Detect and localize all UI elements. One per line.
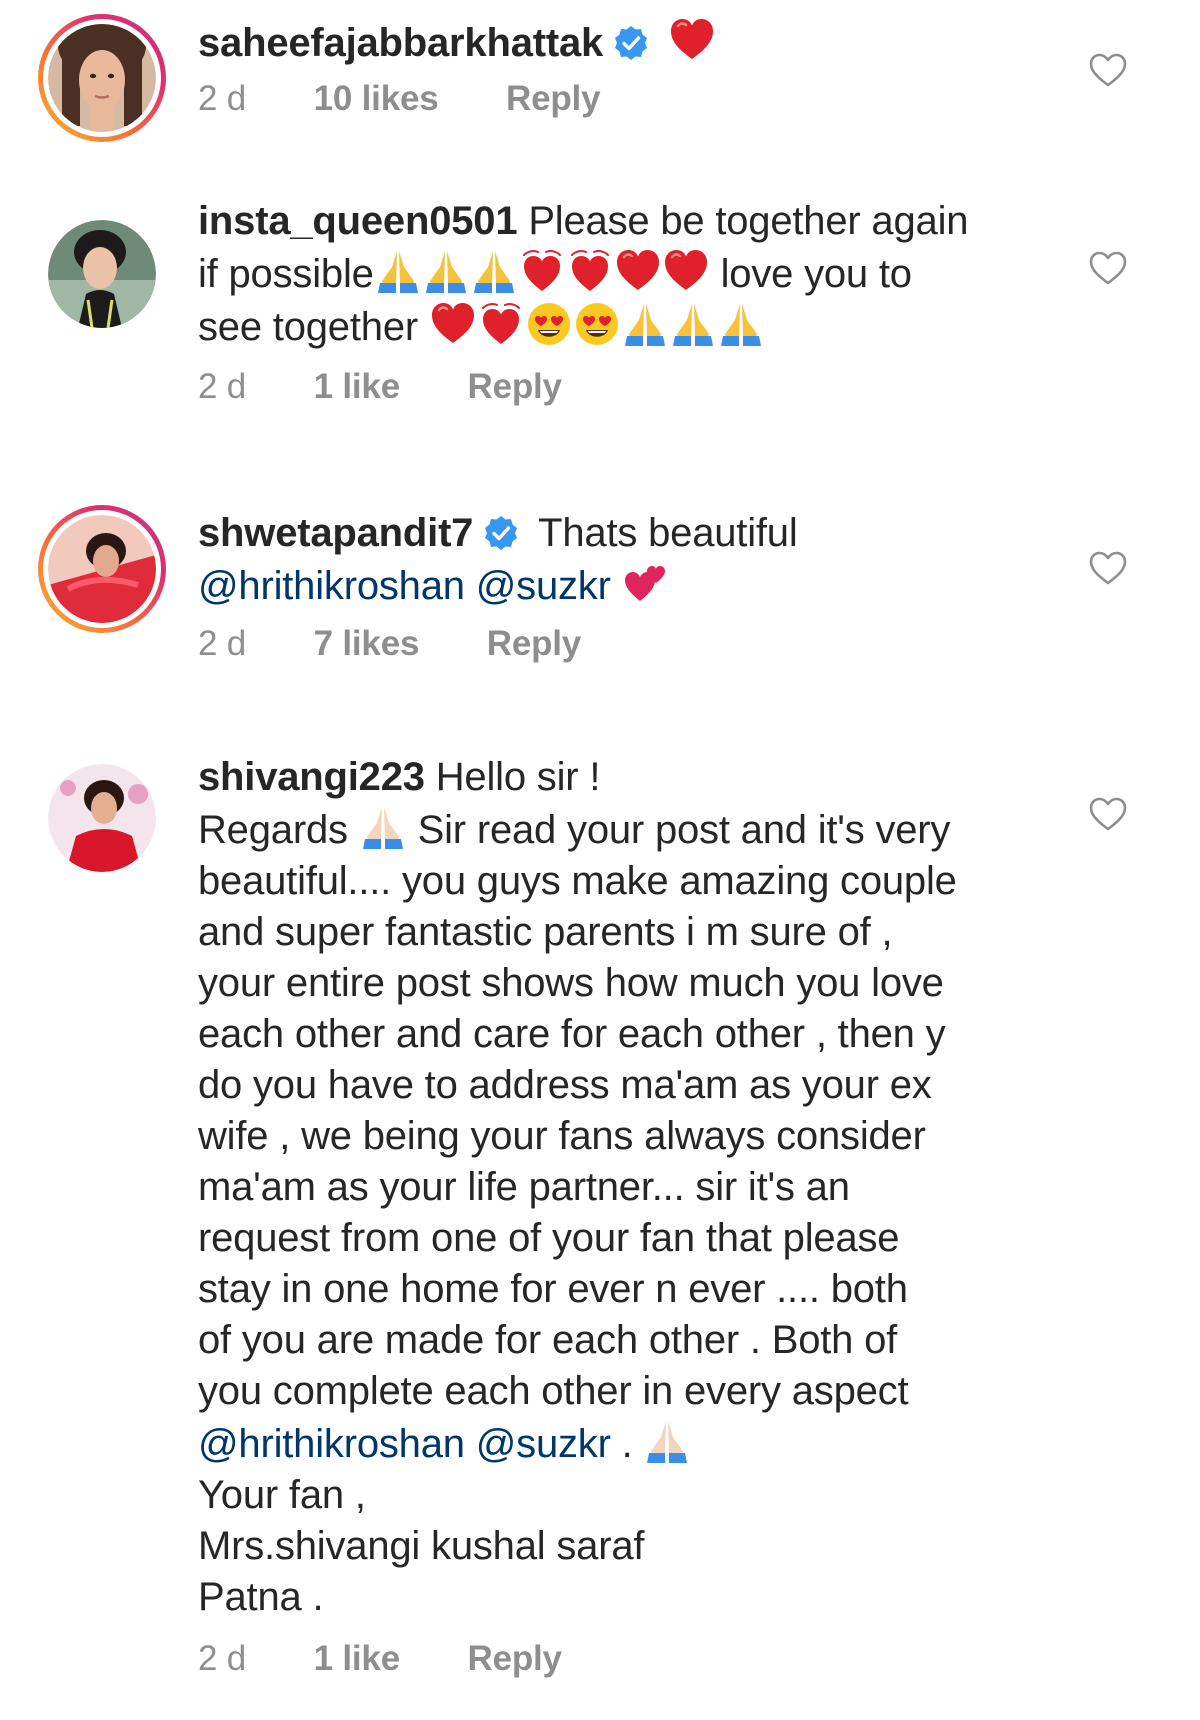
red-heart-emoji (429, 300, 477, 348)
reply-button[interactable]: Reply (506, 77, 601, 121)
story-ring (38, 505, 166, 633)
comment-text: Your fan , (198, 1473, 366, 1517)
comment-text: love you to (720, 252, 912, 296)
comment-text: your entire post shows how much you love (198, 961, 944, 1005)
comment-text: do you have to address ma'am as your ex (198, 1063, 932, 1107)
avatar-image (48, 515, 156, 623)
comment-meta: 2 d 7 likes Reply (198, 622, 1058, 666)
mention-link[interactable]: @suzkr (476, 1422, 611, 1466)
heart-outline-icon[interactable] (1088, 250, 1128, 286)
comment-text: Mrs.shivangi kushal saraf (198, 1524, 645, 1568)
comment-text: request from one of your fan that please (198, 1216, 900, 1260)
avatar[interactable] (38, 754, 166, 882)
avatar-image (48, 220, 156, 328)
reply-button[interactable]: Reply (468, 1637, 563, 1681)
comment-likes-count[interactable]: 7 likes (314, 622, 420, 666)
heart-outline-icon[interactable] (1088, 52, 1128, 88)
comment-text: Thats beautiful (538, 511, 798, 555)
verified-badge-icon (483, 515, 519, 551)
comment-text: . (621, 1422, 633, 1466)
reply-button[interactable]: Reply (487, 622, 582, 666)
avatar-image (48, 764, 156, 872)
red-heart-emoji (662, 247, 710, 295)
comment-text: and super fantastic parents i m sure of … (198, 910, 893, 954)
comment-text: each other and care for each other , the… (198, 1012, 946, 1056)
comment-username[interactable]: saheefajabbarkhattak (198, 21, 603, 65)
comment-text: ma'am as your life partner... sir it's a… (198, 1165, 850, 1209)
comment-username[interactable]: shwetapandit7 (198, 511, 473, 555)
red-heart-emoji (668, 16, 716, 64)
comment-meta: 2 d 1 like Reply (198, 365, 1058, 409)
comment-timestamp: 2 d (198, 624, 247, 663)
comment-text: wife , we being your fans always conside… (198, 1114, 926, 1158)
folded-hands-emoji (359, 803, 407, 851)
heart-eyes-emoji (525, 300, 573, 348)
reply-button[interactable]: Reply (468, 365, 563, 409)
verified-badge-icon (613, 25, 649, 61)
comment-meta: 2 d 10 likes Reply (198, 77, 1058, 121)
comment-timestamp: 2 d (198, 367, 247, 406)
folded-hands-emoji (717, 300, 765, 348)
avatar[interactable] (38, 14, 166, 142)
beating-heart-emoji (566, 247, 614, 295)
comment-text: beautiful.... you guys make amazing coup… (198, 859, 957, 903)
comment-meta: 2 d 1 like Reply (198, 1637, 1058, 1681)
red-heart-emoji (614, 247, 662, 295)
folded-hands-emoji (374, 247, 422, 295)
mention-link[interactable]: @hrithikroshan (198, 564, 465, 608)
comment-text: stay in one home for ever n ever .... bo… (198, 1267, 908, 1311)
folded-hands-emoji (422, 247, 470, 295)
comment-text: Sir read your post and it's very (417, 808, 951, 852)
comment-text: see together (198, 305, 418, 349)
comment-timestamp: 2 d (198, 79, 247, 118)
comment-text: if possible (198, 252, 374, 296)
comment-text: Please be together again (528, 199, 969, 243)
avatar-image (48, 24, 156, 132)
comment-username[interactable]: shivangi223 (198, 755, 425, 799)
folded-hands-emoji (621, 300, 669, 348)
comment-timestamp: 2 d (198, 1639, 247, 1678)
comment-likes-count[interactable]: 1 like (314, 365, 401, 409)
heart-eyes-emoji (573, 300, 621, 348)
folded-hands-emoji (470, 247, 518, 295)
comment-text: Hello sir ! (435, 755, 601, 799)
heart-outline-icon[interactable] (1088, 796, 1128, 832)
beating-heart-emoji (477, 300, 525, 348)
comment-text: Patna . (198, 1575, 324, 1619)
avatar[interactable] (38, 505, 166, 633)
folded-hands-emoji (643, 1417, 691, 1465)
avatar[interactable] (38, 210, 166, 338)
heart-outline-icon[interactable] (1088, 550, 1128, 586)
comment-text: of you are made for each other . Both of (198, 1318, 898, 1362)
beating-heart-emoji (518, 247, 566, 295)
folded-hands-emoji (669, 300, 717, 348)
mention-link[interactable]: @suzkr (476, 564, 611, 608)
comment-username[interactable]: insta_queen0501 (198, 199, 518, 243)
comment-text: you complete each other in every aspect (198, 1369, 909, 1413)
two-hearts-emoji (622, 559, 670, 607)
mention-link[interactable]: @hrithikroshan (198, 1422, 465, 1466)
comment-text: Regards (198, 808, 348, 852)
story-ring (38, 14, 166, 142)
comment-likes-count[interactable]: 1 like (314, 1637, 401, 1681)
comment-likes-count[interactable]: 10 likes (314, 77, 439, 121)
